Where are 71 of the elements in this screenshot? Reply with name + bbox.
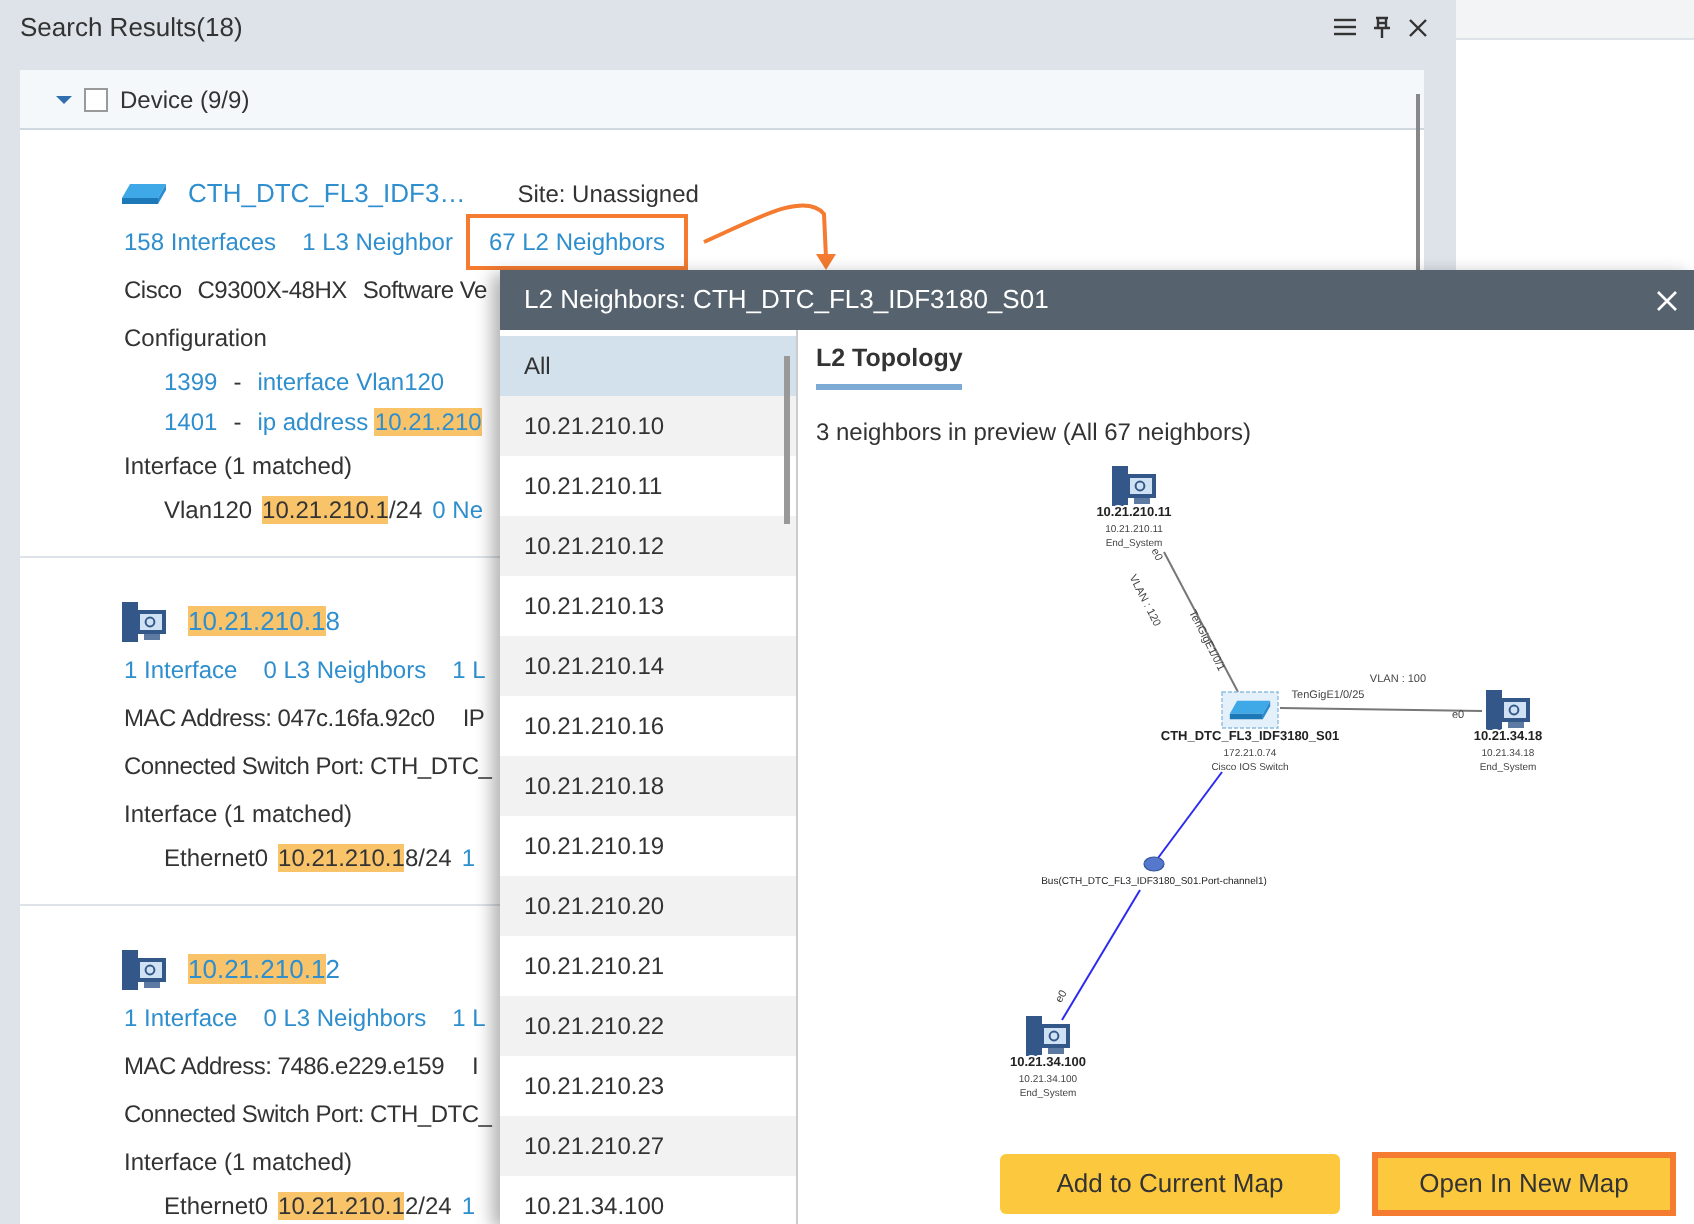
- neighbor-list-item[interactable]: 10.21.210.14: [500, 636, 796, 696]
- site-label: Site: Unassigned: [517, 178, 699, 212]
- switch-icon: [1221, 690, 1279, 729]
- interface-address: 10.21.210.12/24: [278, 1190, 452, 1224]
- info-text: I: [472, 1050, 479, 1084]
- section-title: Configuration: [124, 322, 267, 356]
- server-icon: [1026, 1015, 1070, 1056]
- device-link[interactable]: 1 L: [452, 652, 486, 688]
- device-link[interactable]: 1 L3 Neighbor: [302, 224, 453, 260]
- server-icon: [120, 600, 168, 644]
- config-line-link[interactable]: ip address 10.21.210: [257, 404, 482, 440]
- neighbor-list-item[interactable]: 10.21.210.27: [500, 1116, 796, 1176]
- device-link[interactable]: 1 Interface: [124, 652, 238, 688]
- neighbor-list-item[interactable]: All: [500, 336, 796, 396]
- neighbor-list-item[interactable]: 10.21.210.12: [500, 516, 796, 576]
- interface-address: 10.21.210.1/24: [262, 494, 423, 528]
- device-link[interactable]: 158 Interfaces: [124, 224, 277, 260]
- interface-name: Ethernet0: [164, 842, 269, 876]
- section-title: Interface (1 matched): [124, 798, 353, 832]
- interface-address: 10.21.210.18/24: [278, 842, 452, 876]
- scrollbar-thumb[interactable]: [1416, 94, 1420, 270]
- group-label: Device (9/9): [120, 83, 250, 117]
- info-text: Software Ve: [362, 274, 487, 308]
- server-icon: [1112, 465, 1156, 506]
- server-icon: [1486, 689, 1530, 730]
- curved-arrow: [703, 203, 836, 270]
- separator-text: -: [233, 406, 242, 440]
- line-number-link[interactable]: 1401: [164, 404, 218, 440]
- device-link[interactable]: 67 L2 Neighbors: [470, 218, 684, 266]
- interface-name: Ethernet0: [164, 1190, 269, 1224]
- device-link[interactable]: 0 L3 Neighbors: [263, 1000, 427, 1036]
- switch-icon: [120, 182, 168, 206]
- neighbor-list-item[interactable]: 10.21.34.100: [500, 1176, 796, 1224]
- close-icon[interactable]: [1408, 17, 1428, 37]
- interface-link[interactable]: 1: [461, 840, 475, 876]
- dialog-title: L2 Neighbors: CTH_DTC_FL3_IDF3180_S01: [524, 282, 1051, 319]
- checkbox[interactable]: [84, 87, 108, 111]
- info-text: Cisco: [124, 274, 182, 308]
- scrollbar-thumb[interactable]: [784, 356, 790, 524]
- interface-name: Vlan120: [164, 494, 253, 528]
- info-text: Connected Switch Port: CTH_DTC_: [124, 1098, 492, 1132]
- info-text: Connected Switch Port: CTH_DTC_: [124, 750, 492, 784]
- summary-text: 3 neighbors in preview (All 67 neighbors): [816, 417, 1253, 446]
- pin-icon[interactable]: [1374, 16, 1390, 38]
- device-link[interactable]: 1 L: [452, 1000, 486, 1036]
- section-title: Interface (1 matched): [124, 1146, 353, 1180]
- menu-icon[interactable]: [1334, 18, 1356, 36]
- config-line-link[interactable]: interface Vlan120: [257, 364, 445, 400]
- neighbor-list-item[interactable]: 10.21.210.22: [500, 996, 796, 1056]
- map-button[interactable]: Add to Current Map: [1000, 1153, 1340, 1214]
- info-text: IP: [462, 702, 485, 736]
- server-icon: [120, 948, 168, 992]
- info-text: MAC Address: 047c.16fa.92c0: [124, 702, 435, 736]
- interface-link[interactable]: 0 Ne: [432, 492, 483, 528]
- separator-text: -: [233, 366, 242, 400]
- bus-icon: [1143, 855, 1165, 872]
- map-button[interactable]: Open In New Map: [1372, 1151, 1676, 1216]
- section-title: Interface (1 matched): [124, 450, 353, 484]
- panel-title: Search Results(18): [20, 9, 245, 46]
- device-link[interactable]: 0 L3 Neighbors: [263, 652, 427, 688]
- neighbor-list-item[interactable]: 10.21.210.18: [500, 756, 796, 816]
- topology-tab[interactable]: L2 Topology: [816, 340, 963, 390]
- info-text: C9300X-48HX: [197, 274, 347, 308]
- device-name-link[interactable]: CTH_DTC_FL3_IDF3…: [188, 174, 466, 214]
- info-text: MAC Address: 7486.e229.e159: [124, 1050, 445, 1084]
- interface-link[interactable]: 1: [461, 1188, 475, 1224]
- device-link[interactable]: 1 Interface: [124, 1000, 238, 1036]
- neighbor-list-item[interactable]: 10.21.210.20: [500, 876, 796, 936]
- line-number-link[interactable]: 1399: [164, 364, 218, 400]
- caret-icon[interactable]: [56, 93, 72, 105]
- neighbor-list-item[interactable]: 10.21.210.10: [500, 396, 796, 456]
